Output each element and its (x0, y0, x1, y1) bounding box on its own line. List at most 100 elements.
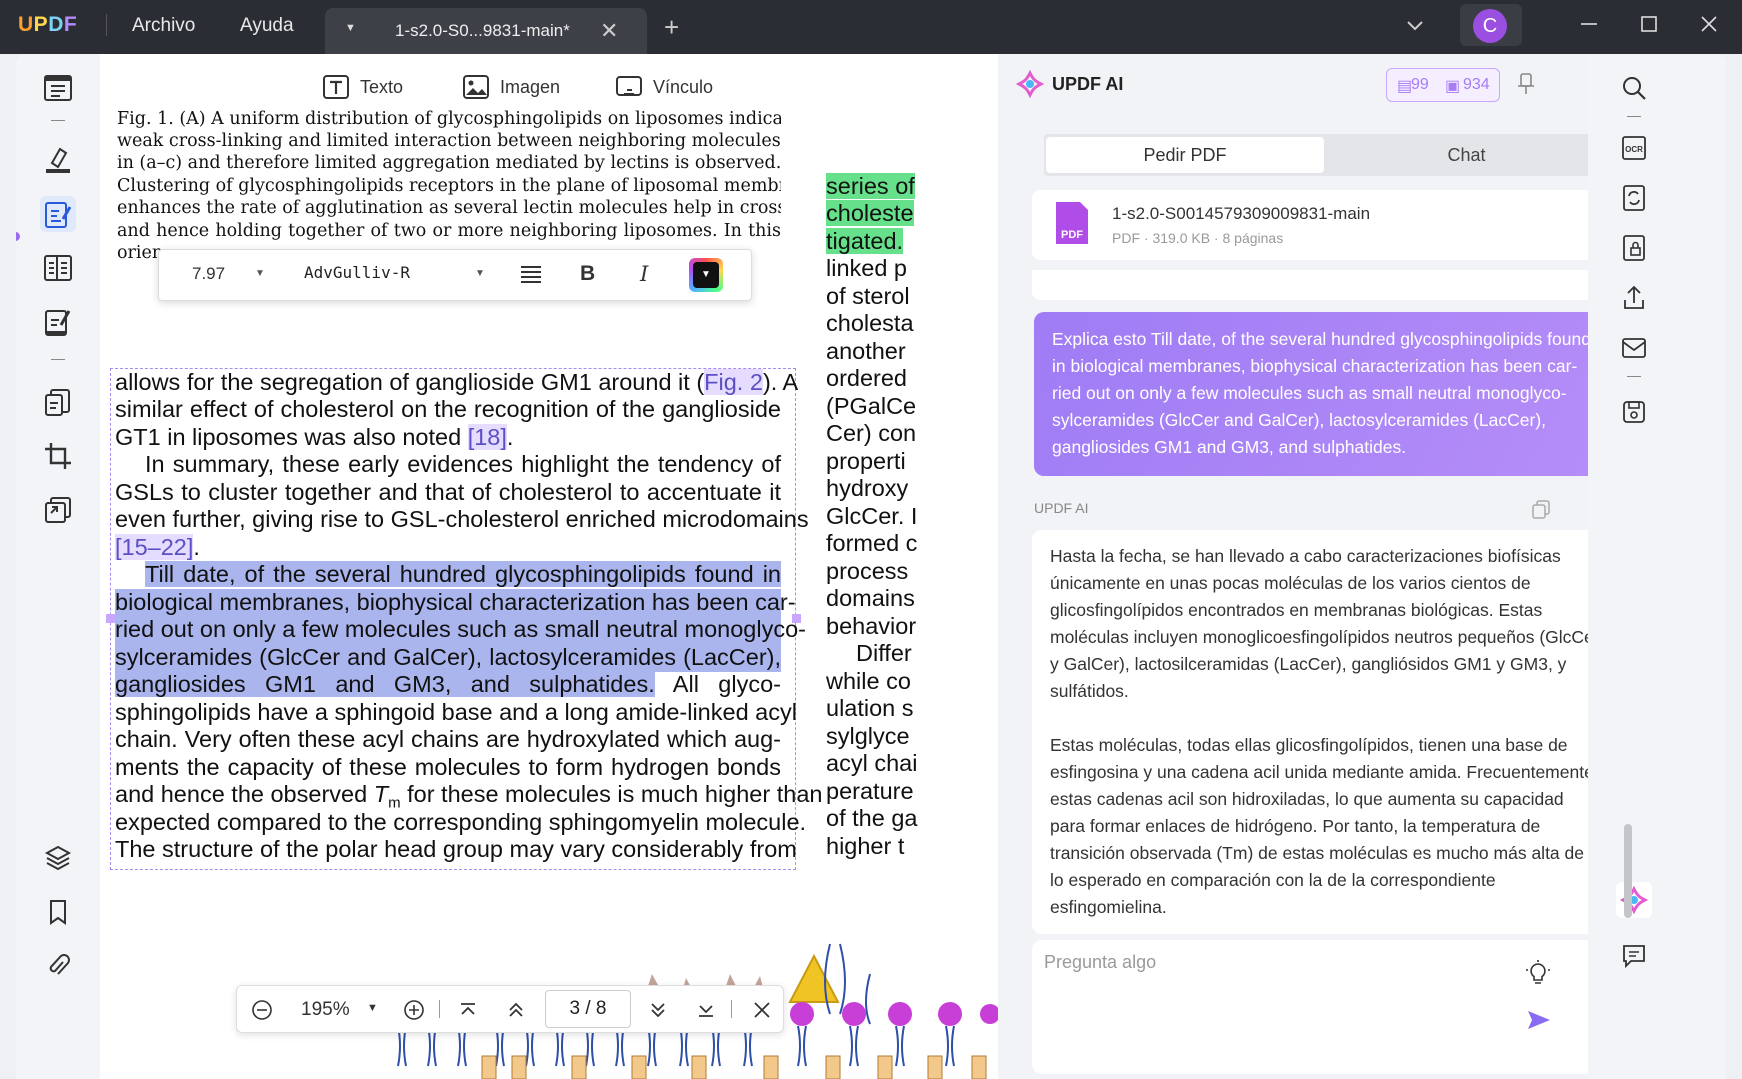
svg-text:OCR: OCR (1625, 145, 1643, 154)
font-size-dropdown-icon[interactable]: ▼ (255, 268, 265, 279)
zoom-in-icon[interactable] (403, 999, 425, 1021)
right-column-line: higher t (826, 833, 905, 859)
edit-link-button[interactable]: Vínculo (615, 74, 713, 100)
next-page-icon[interactable] (647, 999, 669, 1021)
menu-archivo[interactable]: Archivo (132, 15, 195, 37)
question-box[interactable] (1032, 940, 1620, 1074)
attachment-button[interactable] (40, 948, 76, 984)
right-column-line: while co (826, 668, 911, 694)
tab-close-icon[interactable]: ✕ (600, 18, 618, 44)
first-page-icon[interactable] (457, 999, 479, 1021)
answer-paragraph: Hasta la fecha, se han llevado a cabo ca… (1050, 546, 1600, 701)
copy-icon[interactable] (1530, 498, 1552, 520)
ocr-icon: OCR (1622, 136, 1646, 160)
chat-button[interactable] (1616, 938, 1652, 974)
current-page[interactable]: 3 (570, 998, 581, 1019)
protect-button[interactable] (40, 492, 76, 528)
right-column-line: Cer) con (826, 420, 917, 446)
document-viewer[interactable]: Texto Imagen Vínculo Fig. 1. (A) A unifo… (100, 54, 998, 1079)
font-size-select[interactable]: 7.97 (192, 264, 225, 284)
right-column-line: process (826, 558, 909, 584)
italic-button[interactable]: I (640, 262, 648, 286)
edit-text-button[interactable]: Texto (322, 74, 403, 100)
attachment-icon (49, 954, 70, 975)
caption-line: Fig. 1. (A) A uniform distribution of gl… (117, 109, 781, 129)
text-color-button[interactable]: ▼ (689, 258, 723, 292)
right-column-line: cholesta (826, 310, 914, 336)
search-icon (1623, 77, 1646, 100)
quota-badge[interactable]: ▤ 99 ▣ 934 (1386, 68, 1500, 102)
new-tab-icon[interactable]: + (664, 14, 679, 40)
crop-button[interactable] (40, 438, 76, 474)
highlighted-line[interactable]: Till date, of the several hundred glycos… (115, 561, 781, 589)
edit-link-label: Vínculo (653, 76, 714, 97)
zoom-out-icon[interactable] (251, 999, 273, 1021)
layers-icon (44, 845, 72, 871)
ai-panel-scrollbar[interactable] (1624, 824, 1632, 918)
font-family-dropdown-icon[interactable]: ▼ (475, 268, 485, 279)
highlighted-line[interactable]: sylceramides (GlcCer and GalCer), lactos… (115, 644, 781, 672)
bookmark-button[interactable] (40, 894, 76, 930)
protect-doc-button[interactable] (1616, 230, 1652, 266)
share-button[interactable] (1616, 280, 1652, 316)
highlighted-text[interactable]: gangliosides GM1 and GM3, and sulphatide… (115, 671, 655, 697)
tab-chat[interactable]: Chat (1329, 137, 1604, 173)
page-indicator[interactable]: 3 / 8 (545, 990, 631, 1028)
attached-file-card[interactable]: PDF 1-s2.0-S0014579309009831-main PDF · … (1032, 190, 1620, 260)
last-page-icon[interactable] (695, 999, 717, 1021)
question-input[interactable] (1044, 952, 1514, 973)
right-column-line: another (826, 338, 906, 364)
main-frame: Texto Imagen Vínculo Fig. 1. (A) A unifo… (16, 54, 1726, 1079)
search-button[interactable] (1616, 70, 1652, 106)
menu-ayuda[interactable]: Ayuda (240, 15, 294, 37)
left-toolbar (16, 54, 100, 1079)
ocr-button[interactable]: OCR (1616, 130, 1652, 166)
citation-link[interactable]: [15–22] (115, 534, 194, 560)
edit-pdf-button[interactable] (40, 196, 76, 232)
figure-reference-link[interactable]: Fig. 2 (704, 369, 763, 395)
font-family-select[interactable]: AdvGulliv-R (304, 263, 410, 282)
reader-button[interactable] (40, 70, 76, 106)
maximize-icon[interactable] (1638, 13, 1660, 35)
highlighted-line[interactable]: biological membranes, biophysical charac… (115, 589, 796, 617)
resize-handle[interactable] (106, 614, 115, 623)
close-window-icon[interactable] (1698, 13, 1720, 35)
tab-dropdown-icon[interactable]: ▼ (345, 22, 356, 34)
edit-image-button[interactable]: Imagen (462, 74, 560, 100)
account-area[interactable]: C (1460, 4, 1522, 46)
lightbulb-icon[interactable] (1526, 960, 1550, 986)
citation-link[interactable]: [18] (467, 424, 507, 450)
convert-doc-button[interactable] (1616, 180, 1652, 216)
organize-button[interactable] (40, 250, 76, 286)
avatar[interactable]: C (1473, 9, 1507, 43)
layers-button[interactable] (40, 840, 76, 876)
right-column-line: ulation s (826, 695, 914, 721)
zoom-level[interactable]: 195% (301, 999, 350, 1021)
pin-icon[interactable] (1516, 72, 1536, 96)
previous-page-icon[interactable] (505, 999, 527, 1021)
comment-button[interactable] (40, 142, 76, 178)
save-button[interactable] (1616, 394, 1652, 430)
email-button[interactable] (1616, 330, 1652, 366)
convert-icon (45, 389, 70, 416)
caption-line: Clustering of glycosphingolipids recepto… (117, 176, 781, 196)
align-justify-icon[interactable] (519, 264, 543, 286)
tab-ask-pdf[interactable]: Pedir PDF (1046, 137, 1324, 173)
right-column-line: Differ (856, 640, 912, 666)
toolbar-divider (51, 359, 65, 360)
document-tab[interactable]: ▼ 1-s2.0-S0...9831-main* ✕ (325, 8, 647, 54)
highlighted-line[interactable]: ried out on only a few molecules such as… (115, 616, 806, 644)
convert-button[interactable] (40, 384, 76, 420)
right-column-line: properti (826, 448, 906, 474)
bold-button[interactable]: B (580, 262, 595, 286)
updf-ai-button[interactable] (1616, 882, 1652, 918)
zoom-dropdown-icon[interactable]: ▼ (367, 1002, 378, 1014)
message-quota: 934 (1463, 76, 1490, 93)
ai-sender-label: UPDF AI (1034, 500, 1089, 516)
close-icon[interactable] (751, 999, 773, 1021)
send-icon[interactable] (1526, 1008, 1552, 1032)
chevron-down-icon[interactable] (1404, 14, 1426, 36)
updf-logo: UPDF (18, 13, 78, 36)
form-button[interactable] (40, 304, 76, 340)
minimize-icon[interactable] (1578, 13, 1600, 35)
